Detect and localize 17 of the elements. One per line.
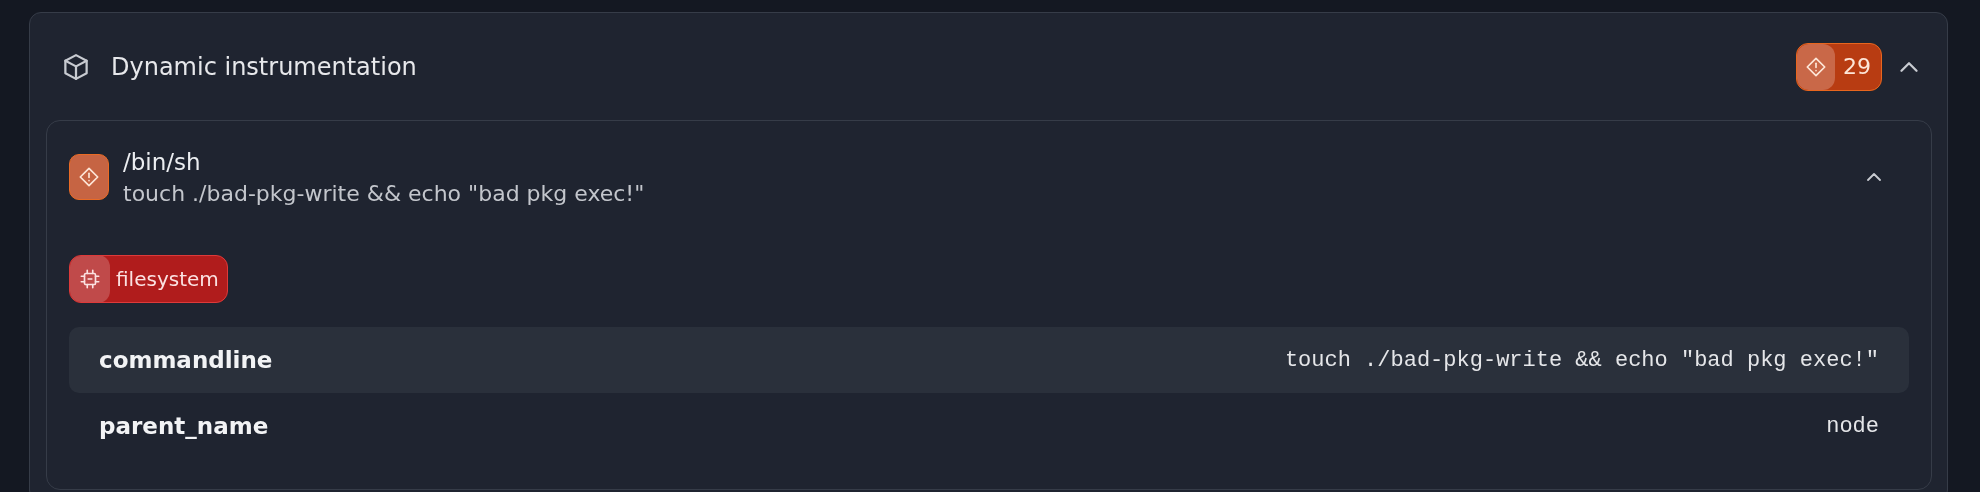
section-title: Dynamic instrumentation: [111, 52, 417, 81]
caret-up-icon: [1900, 61, 1918, 72]
property-key: commandline: [99, 347, 273, 373]
property-key: parent_name: [99, 413, 269, 439]
property-value: node: [1826, 413, 1879, 439]
caret-up-icon: [1867, 173, 1881, 181]
chip-icon: [79, 268, 101, 290]
command-text: touch ./bad-pkg-write && echo "bad pkg exec!": [123, 180, 645, 206]
tag-label: filesystem: [115, 267, 220, 291]
collapse-button[interactable]: [1867, 173, 1881, 181]
process-name: /bin/sh: [123, 148, 202, 175]
cube-icon: [61, 51, 91, 82]
warning-icon: [78, 166, 100, 188]
warning-count: 29: [1842, 54, 1872, 79]
collapse-button[interactable]: [1900, 61, 1918, 72]
property-value: touch ./bad-pkg-write && echo "bad pkg exec!": [1284, 347, 1879, 373]
warning-icon: [1805, 55, 1827, 78]
